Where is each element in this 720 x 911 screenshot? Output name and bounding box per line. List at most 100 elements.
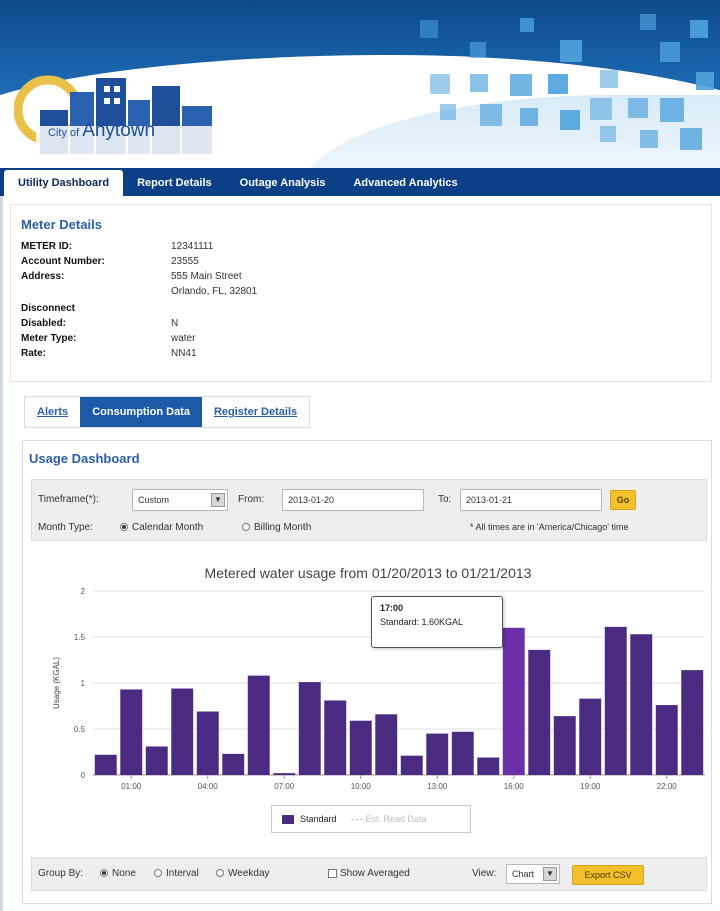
banner-square [520,18,534,32]
tab-report-details[interactable]: Report Details [123,170,226,196]
chart-tooltip: 17:00 Standard: 1.60KGAL [371,596,503,648]
group-by-label: Group By: [38,868,84,879]
calendar-month-label: Calendar Month [132,522,204,533]
tab-advanced-analytics[interactable]: Advanced Analytics [339,170,471,196]
view-value: Chart [512,869,535,879]
radio-icon [154,869,162,878]
legend-standard[interactable]: Standard [300,814,337,824]
billing-month-option[interactable]: Billing Month [242,522,311,533]
to-date-input[interactable]: 2013-01-21 [460,489,602,511]
banner-square [660,98,684,122]
timezone-note: * All times are in 'America/Chicago' tim… [470,522,629,532]
calendar-month-option[interactable]: Calendar Month [120,522,203,533]
banner-square [640,14,656,30]
banner-square [696,72,714,90]
banner-square [660,42,680,62]
tab-utility-dashboard[interactable]: Utility Dashboard [4,170,124,196]
banner-square [560,40,582,62]
chart-bar [630,634,653,775]
field-label: Disabled: [21,318,67,329]
field-value: 555 Main Street [171,271,242,282]
radio-selected-icon [120,523,128,532]
group-none-label: None [112,868,136,879]
logo-city-text: City of [48,127,80,139]
usage-dashboard-title: Usage Dashboard [29,451,140,466]
chart-bar [502,627,525,775]
legend-est-read[interactable]: Est. Read Data [350,814,427,824]
from-date-input[interactable]: 2013-01-20 [282,489,424,511]
banner-square [690,20,708,38]
x-tick-label: 19:00 [580,782,601,791]
consumption-subtabs: Alerts Consumption Data Register Details [24,396,311,428]
meter-details-title: Meter Details [21,217,102,232]
group-none-option[interactable]: None [100,868,136,879]
banner-square [470,74,488,92]
banner-square [548,74,568,94]
go-button[interactable]: Go [610,490,636,510]
timeframe-value: Custom [138,495,170,505]
chart-bar [145,746,168,775]
legend-est-read-label: Est. Read Data [365,814,427,824]
field-label: Meter Type: [21,333,77,344]
subtab-register-details[interactable]: Register Details [202,397,309,427]
banner-square [590,98,612,120]
chevron-down-icon: ▼ [211,493,225,507]
banner-square [560,110,580,130]
chart-bar [273,773,296,775]
x-tick-label: 16:00 [504,782,525,791]
timeframe-select[interactable]: Custom ▼ [132,489,228,511]
radio-selected-icon [100,869,108,878]
chart-bar [400,755,423,775]
field-label: Disconnect [21,303,75,314]
chart-bar [94,754,117,775]
tab-outage-analysis[interactable]: Outage Analysis [226,170,340,196]
banner-square [440,104,456,120]
export-csv-button[interactable]: Export CSV [572,865,644,885]
field-label: Rate: [21,348,47,359]
logo-name-text: Anytown [82,120,156,141]
chart-legend: Standard Est. Read Data [271,805,471,833]
city-logo [14,75,222,156]
field-value: water [171,333,196,344]
tooltip-time: 17:00 [380,603,404,613]
group-interval-label: Interval [166,868,199,879]
billing-month-label: Billing Month [254,522,312,533]
banner-square [628,98,648,118]
chart-bar [655,705,678,775]
month-type-label: Month Type: [38,522,93,533]
subtab-alerts[interactable]: Alerts [25,397,80,427]
banner-square [680,128,702,150]
page-left-border [0,196,3,911]
field-value: N [171,318,179,329]
group-interval-option[interactable]: Interval [154,868,199,879]
chart-bar [171,688,194,775]
chart-bar [247,675,270,775]
field-value: Orlando, FL, 32801 [171,286,258,297]
chart-bar [604,626,627,775]
show-averaged-option[interactable]: Show Averaged [328,868,410,879]
banner-square [470,42,486,58]
view-select[interactable]: Chart ▼ [506,864,560,884]
view-label: View: [472,868,497,879]
radio-icon [242,523,250,532]
group-weekday-option[interactable]: Weekday [216,868,270,879]
banner-square [640,130,658,148]
banner-square [510,74,532,96]
chart-bar [120,689,143,775]
field-label: Account Number: [21,256,105,267]
banner-square [480,104,502,126]
tooltip-text: Standard: 1.60KGAL [380,617,464,627]
subtab-consumption-data[interactable]: Consumption Data [80,397,202,427]
chart-bar [451,731,474,775]
y-tick-label: 2 [81,587,86,596]
chart-bar [579,698,602,775]
chart-bar [222,753,245,775]
chart-bar [196,711,219,775]
dashed-line-icon [350,819,363,821]
usage-options-bar: Group By: None Interval Weekday Show Ave… [31,857,707,891]
chart-bar [349,720,372,775]
usage-filter-bar: Timeframe(*): Custom ▼ From: 2013-01-20 … [31,479,707,541]
banner-square [600,70,618,88]
usage-bar-chart: 0 0.5 1 1.5 2 Usage (KGAL) 01:00 04:00 07:00 10:0… [52,587,705,791]
y-tick-label: 1 [81,679,86,688]
